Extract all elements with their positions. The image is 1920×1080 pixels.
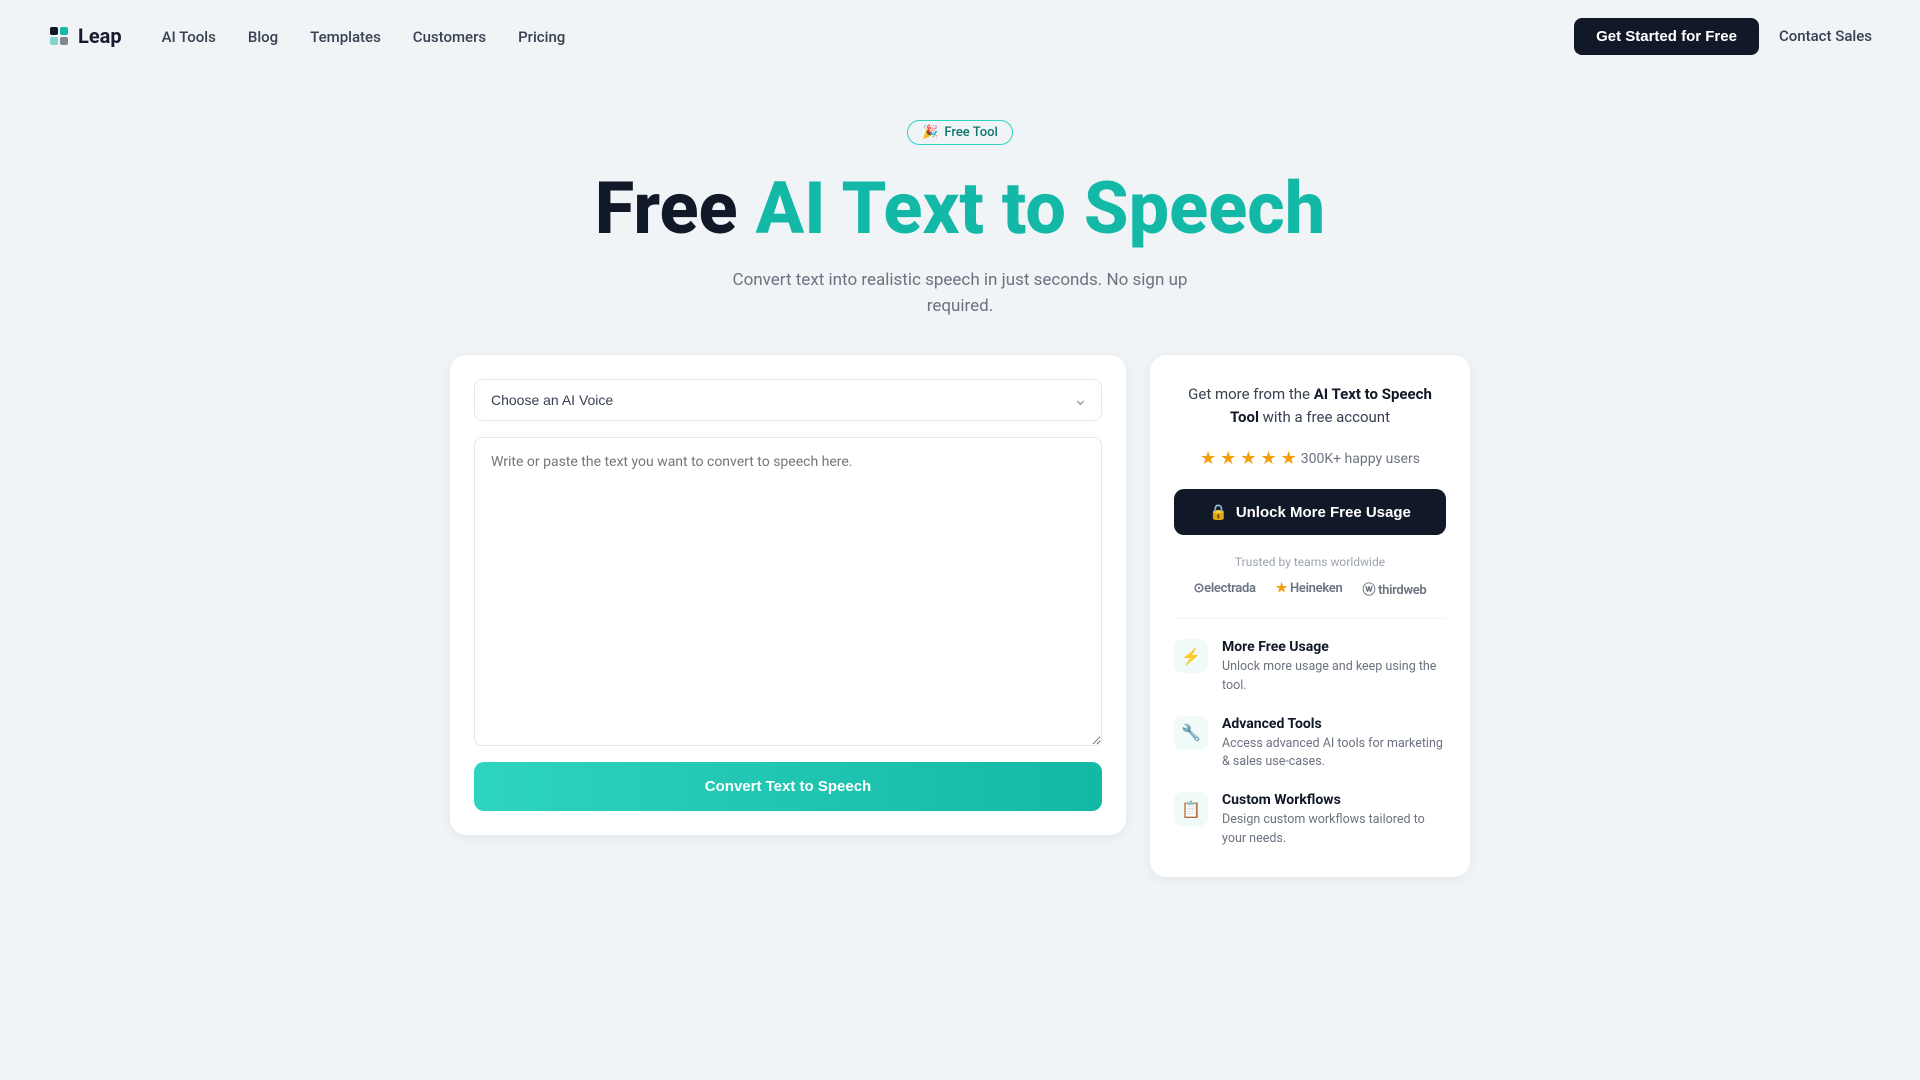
contact-sales-link[interactable]: Contact Sales [1779, 27, 1872, 45]
trusted-section: Trusted by teams worldwide ⊙electrada ★ … [1174, 555, 1446, 598]
feature-more-usage-title: More Free Usage [1222, 639, 1446, 655]
star-1: ★ [1200, 448, 1216, 469]
feature-advanced-tools-title: Advanced Tools [1222, 716, 1446, 732]
nav-templates[interactable]: Templates [310, 28, 381, 46]
hero-section: 🎉 Free Tool Free AI Text to Speech Conve… [0, 72, 1920, 355]
brand-electrada: ⊙electrada [1194, 581, 1256, 596]
flash-icon: ⚡ [1174, 639, 1208, 673]
voice-select[interactable]: Choose an AI Voice [474, 379, 1102, 421]
navbar: Leap AI Tools Blog Templates Customers P… [0, 0, 1920, 72]
star-2: ★ [1220, 448, 1236, 469]
nav-links: AI Tools Blog Templates Customers Pricin… [162, 27, 566, 46]
lock-icon: 🔒 [1209, 503, 1228, 521]
navbar-left: Leap AI Tools Blog Templates Customers P… [48, 24, 565, 48]
hero-subtitle: Convert text into realistic speech in ju… [720, 268, 1200, 319]
feature-advanced-tools-desc: Access advanced AI tools for marketing &… [1222, 735, 1446, 773]
clipboard-icon: 📋 [1174, 792, 1208, 826]
sidebar-headline-plain: Get more from the [1188, 385, 1314, 403]
logo[interactable]: Leap [48, 24, 122, 48]
convert-button[interactable]: Convert Text to Speech [474, 762, 1102, 811]
sidebar-card: Get more from the AI Text to Speech Tool… [1150, 355, 1470, 877]
feature-more-usage-text: More Free Usage Unlock more usage and ke… [1222, 639, 1446, 696]
stars-row: ★ ★ ★ ★ ★ 300K+ happy users [1174, 448, 1446, 469]
brand-heineken: ★ Heineken [1276, 581, 1343, 596]
trusted-label: Trusted by teams worldwide [1174, 555, 1446, 569]
hero-badge: 🎉 Free Tool [907, 120, 1013, 145]
hero-title-colored: AI Text to Speech [756, 166, 1326, 251]
divider [1174, 618, 1446, 619]
brand-thirdweb: ⓦ thirdweb [1362, 579, 1426, 598]
feature-custom-workflows-text: Custom Workflows Design custom workflows… [1222, 792, 1446, 849]
brand-logos: ⊙electrada ★ Heineken ⓦ thirdweb [1174, 579, 1446, 598]
unlock-button-label: Unlock More Free Usage [1236, 504, 1411, 521]
feature-more-usage: ⚡ More Free Usage Unlock more usage and … [1174, 639, 1446, 696]
nav-customers[interactable]: Customers [413, 28, 486, 46]
feature-more-usage-desc: Unlock more usage and keep using the too… [1222, 658, 1446, 696]
nav-ai-tools[interactable]: AI Tools [162, 28, 216, 46]
hero-title: Free AI Text to Speech [595, 169, 1325, 248]
star-5: ★ [1281, 448, 1297, 469]
star-4: ★ [1260, 448, 1276, 469]
get-started-button[interactable]: Get Started for Free [1574, 18, 1759, 55]
hero-title-plain: Free [595, 166, 756, 251]
nav-blog[interactable]: Blog [248, 28, 278, 46]
main-content: Choose an AI Voice Convert Text to Speec… [410, 355, 1510, 937]
navbar-right: Get Started for Free Contact Sales [1574, 18, 1872, 55]
feature-custom-workflows-desc: Design custom workflows tailored to your… [1222, 811, 1446, 849]
feature-advanced-tools-text: Advanced Tools Access advanced AI tools … [1222, 716, 1446, 773]
star-3: ★ [1240, 448, 1256, 469]
voice-select-wrapper: Choose an AI Voice [474, 379, 1102, 421]
sidebar-headline: Get more from the AI Text to Speech Tool… [1174, 383, 1446, 428]
badge-icon: 🎉 [922, 125, 938, 140]
feature-list: ⚡ More Free Usage Unlock more usage and … [1174, 639, 1446, 849]
tool-card: Choose an AI Voice Convert Text to Speec… [450, 355, 1126, 835]
unlock-button[interactable]: 🔒 Unlock More Free Usage [1174, 489, 1446, 535]
nav-pricing[interactable]: Pricing [518, 28, 565, 46]
badge-text: Free Tool [944, 125, 997, 140]
rating-label: 300K+ happy users [1301, 451, 1420, 467]
feature-advanced-tools: 🔧 Advanced Tools Access advanced AI tool… [1174, 716, 1446, 773]
feature-custom-workflows-title: Custom Workflows [1222, 792, 1446, 808]
wrench-icon: 🔧 [1174, 716, 1208, 750]
text-input[interactable] [474, 437, 1102, 746]
feature-custom-workflows: 📋 Custom Workflows Design custom workflo… [1174, 792, 1446, 849]
logo-icon [48, 25, 70, 47]
sidebar-headline-suffix: with a free account [1259, 408, 1390, 426]
